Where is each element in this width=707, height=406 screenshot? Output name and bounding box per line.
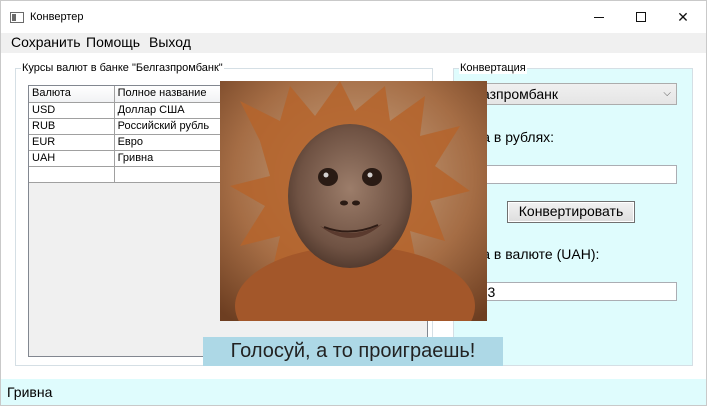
convert-button[interactable]: Конвертировать xyxy=(507,201,635,223)
menu-bar: Сохранить Помощь Выход xyxy=(1,33,706,53)
cell-currency[interactable] xyxy=(29,167,115,182)
menu-item-save[interactable]: Сохранить xyxy=(9,34,83,50)
conversion-group-title: Конвертация xyxy=(459,62,527,74)
maximize-icon xyxy=(636,12,646,22)
menu-item-exit[interactable]: Выход xyxy=(147,34,193,50)
menu-item-help[interactable]: Помощь xyxy=(84,34,142,50)
cell-currency[interactable]: UAH xyxy=(29,151,115,166)
title-bar[interactable]: Конвертер ✕ xyxy=(1,1,706,33)
cell-currency[interactable]: USD xyxy=(29,103,115,118)
rub-amount-input[interactable]: 0 xyxy=(463,165,677,184)
app-window: Конвертер ✕ Сохранить Помощь Выход Курсы… xyxy=(0,0,707,406)
overlay-caption: Голосуй, а то проиграешь! xyxy=(203,337,503,366)
cell-currency[interactable]: EUR xyxy=(29,135,115,150)
orangutan-photo xyxy=(220,81,487,321)
minimize-button[interactable] xyxy=(576,1,622,33)
status-text: Гривна xyxy=(7,384,53,400)
window-title: Конвертер xyxy=(30,11,84,23)
rates-group-title: Курсы валют в банке "Белгазпромбанк" xyxy=(21,62,224,74)
client-area: Курсы валют в банке "Белгазпромбанк" Вал… xyxy=(1,53,706,379)
chevron-down-icon: ⌵ xyxy=(663,88,671,99)
maximize-button[interactable] xyxy=(618,1,664,33)
minimize-icon xyxy=(594,16,604,18)
currency-amount-output[interactable]: 3,33 xyxy=(463,282,677,301)
status-bar: Гривна xyxy=(1,379,706,405)
cell-currency[interactable]: RUB xyxy=(29,119,115,134)
app-window-icon xyxy=(10,12,24,23)
close-button[interactable]: ✕ xyxy=(660,1,706,33)
column-header-currency[interactable]: Валюта xyxy=(29,86,115,102)
bank-select[interactable]: лгазпромбанк ⌵ xyxy=(463,83,677,105)
close-icon: ✕ xyxy=(677,8,689,25)
